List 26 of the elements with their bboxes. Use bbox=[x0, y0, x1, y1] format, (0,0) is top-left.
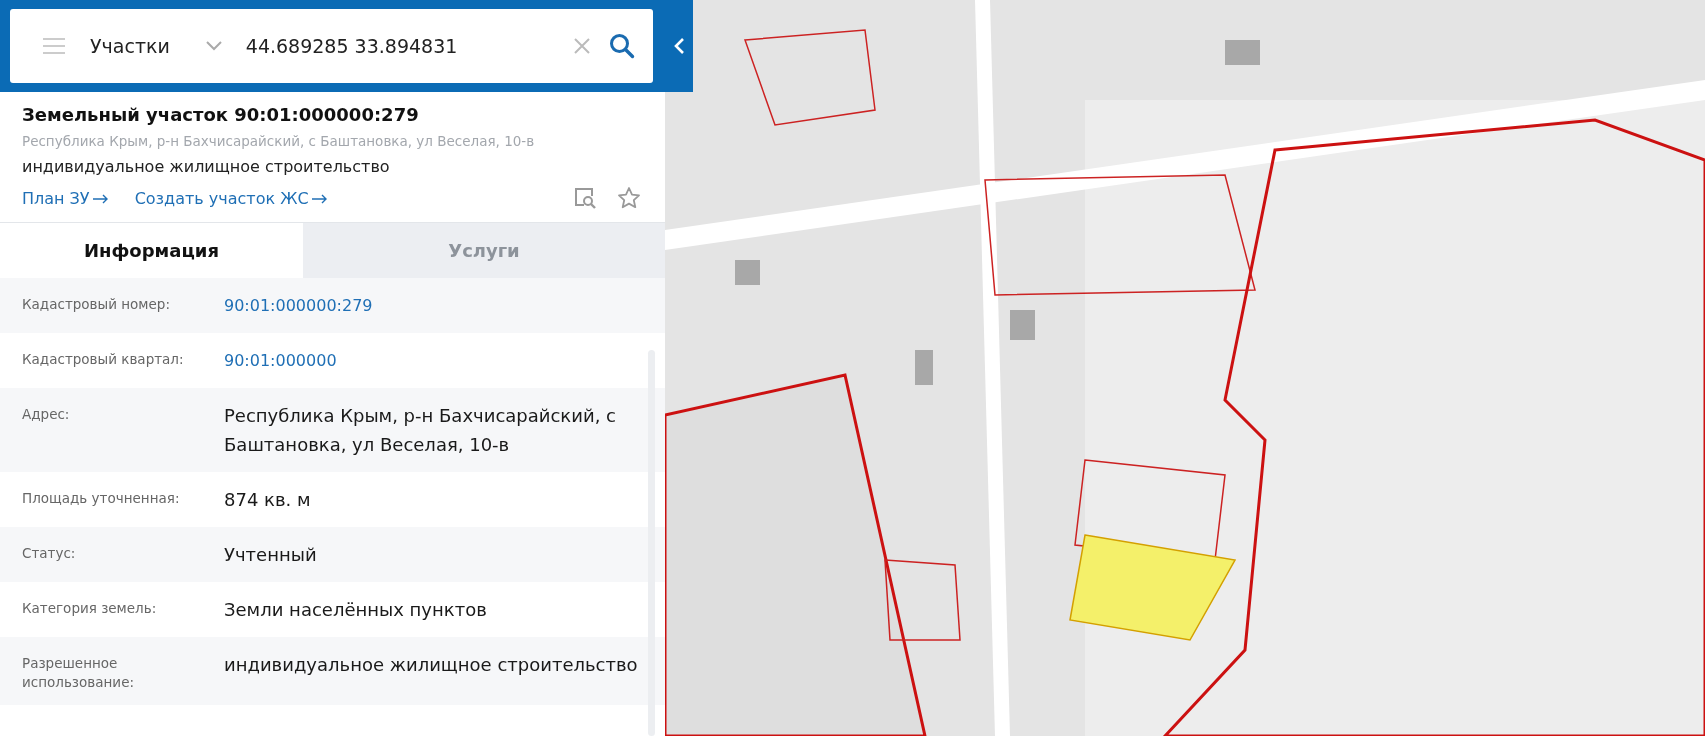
chevron-down-icon bbox=[205, 41, 222, 51]
field-value: Республика Крым, р-н Бахчисарайский, с Баштановка, ул Веселая, 10-в bbox=[224, 404, 617, 457]
field-label: Статус: bbox=[22, 544, 77, 563]
arrow-right-icon bbox=[311, 193, 328, 204]
action-link[interactable]: План ЗУ bbox=[22, 188, 109, 208]
value-link[interactable]: 90:01:000000 bbox=[224, 346, 641, 375]
action-link[interactable]: Создать участок ЖС bbox=[134, 188, 328, 208]
value-link[interactable]: 90:01:000000:279 bbox=[224, 291, 641, 320]
field-value: индивидуальное жилищное строительство bbox=[224, 653, 639, 677]
field-label: Кадастровый квартал: bbox=[22, 350, 185, 369]
parcel-use: индивидуальное жилищное строительство bbox=[22, 157, 391, 176]
field-label: Категория земель: bbox=[22, 599, 158, 618]
field-label: Адрес: bbox=[22, 405, 71, 424]
arrow-right-icon bbox=[92, 193, 109, 204]
collapse-panel-button[interactable] bbox=[665, 0, 693, 92]
parcel-address: Республика Крым, р-н Бахчисарайский, с Баштановка, ул Веселая, 10-в bbox=[22, 133, 536, 149]
chevron-left-icon bbox=[673, 37, 685, 55]
field-value: Учтенный bbox=[224, 543, 318, 567]
search-icon[interactable] bbox=[607, 31, 637, 61]
parcel-title: Земельный участок 90:01:000000:279 bbox=[22, 104, 420, 125]
layer-dropdown[interactable]: Участки bbox=[82, 35, 230, 57]
field-label: Площадь уточненная: bbox=[22, 489, 181, 508]
field-label: Разрешенное использование: bbox=[22, 654, 135, 692]
field-value: Земли населённых пунктов bbox=[224, 598, 488, 622]
field-label: Кадастровый номер: bbox=[22, 295, 171, 314]
field-value: 874 кв. м bbox=[224, 488, 312, 512]
